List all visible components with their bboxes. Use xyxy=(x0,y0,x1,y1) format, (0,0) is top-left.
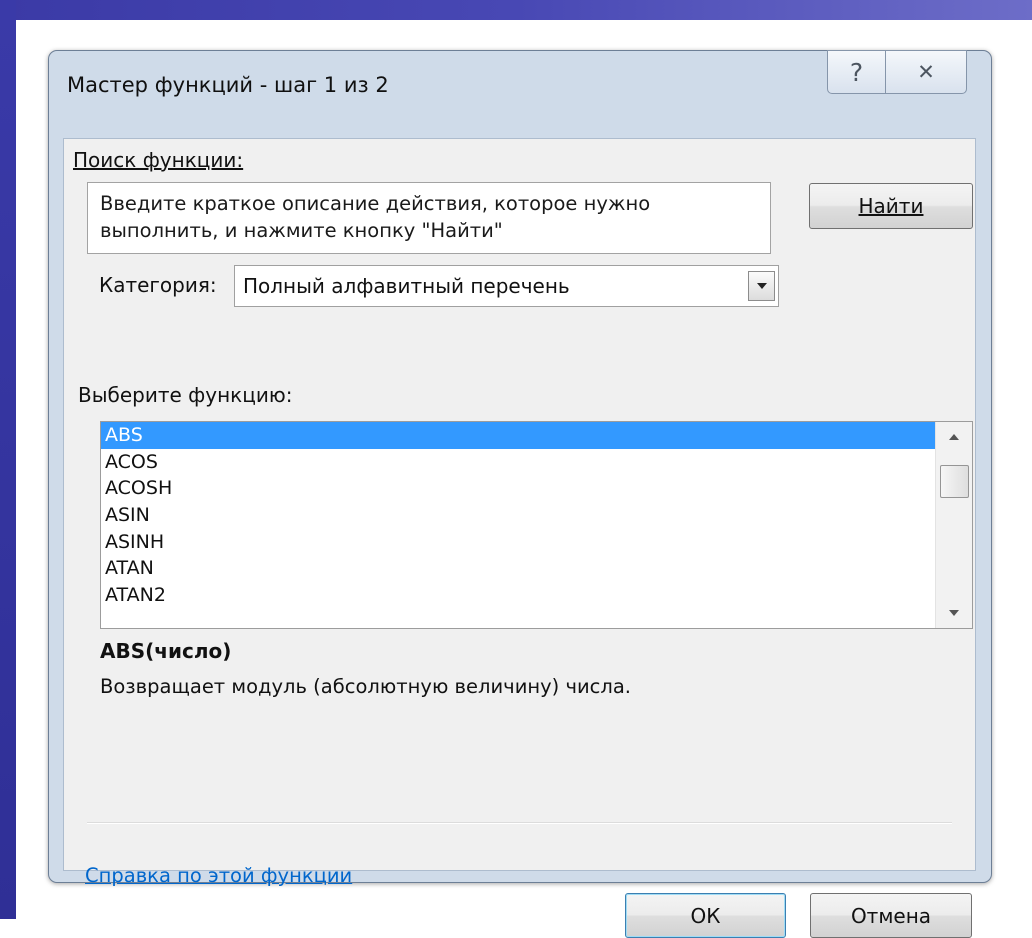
function-list-item[interactable]: ACOSH xyxy=(101,475,935,502)
search-text-line-1: Введите краткое описание действия, котор… xyxy=(100,192,651,215)
function-list-item[interactable]: ABS xyxy=(101,422,935,449)
category-label: Категория: xyxy=(99,273,217,297)
function-listbox[interactable]: ABS ACOS ACOSH ASIN ASINH ATAN ATAN2 xyxy=(100,421,973,629)
category-select[interactable]: Полный алфавитный перечень xyxy=(234,265,779,307)
function-description: Возвращает модуль (абсолютную величину) … xyxy=(100,675,632,698)
function-list-item[interactable]: ACOS xyxy=(101,449,935,476)
find-button[interactable]: Найти xyxy=(809,183,973,229)
background-top-strip xyxy=(0,0,1032,20)
function-list-item[interactable]: ATAN xyxy=(101,555,935,582)
cancel-button-label: Отмена xyxy=(850,903,932,928)
cancel-button[interactable]: Отмена xyxy=(810,893,972,938)
find-button-label: Найти xyxy=(858,194,924,218)
function-wizard-dialog: Мастер функций - шаг 1 из 2 ? ✕ Поиск фу… xyxy=(48,50,992,938)
function-help-link[interactable]: Справка по этой функции xyxy=(85,864,352,887)
ok-button[interactable]: ОК xyxy=(625,893,786,938)
close-icon: ✕ xyxy=(917,60,935,84)
function-list-item[interactable]: ASIN xyxy=(101,502,935,529)
chevron-down-icon xyxy=(756,283,767,289)
help-button[interactable]: ? xyxy=(827,50,886,94)
search-text-line-2: выполнить, и нажмите кнопку "Найти" xyxy=(100,219,503,242)
function-list-item[interactable]: ASINH xyxy=(101,529,935,556)
scroll-down-button[interactable] xyxy=(936,602,972,624)
ok-button-label: ОК xyxy=(690,903,721,928)
title-bar[interactable]: Мастер функций - шаг 1 из 2 ? ✕ xyxy=(49,50,991,137)
scroll-thumb[interactable] xyxy=(940,465,969,498)
function-list-item[interactable]: ATAN2 xyxy=(101,582,935,609)
function-list-items: ABS ACOS ACOSH ASIN ASINH ATAN ATAN2 xyxy=(101,422,935,609)
background-left-strip xyxy=(0,0,16,919)
function-list-scrollbar[interactable] xyxy=(935,422,972,628)
arrow-down-icon xyxy=(949,610,959,616)
close-button[interactable]: ✕ xyxy=(885,50,967,94)
category-dropdown-button[interactable] xyxy=(748,271,775,301)
arrow-up-icon xyxy=(949,434,959,440)
category-selected-value: Полный алфавитный перечень xyxy=(243,274,570,298)
function-list-label: Выберите функцию: xyxy=(78,383,293,407)
function-signature: ABS(число) xyxy=(100,639,232,663)
dialog-client-area: Поиск функции: Введите краткое описание … xyxy=(63,138,976,938)
scroll-up-button[interactable] xyxy=(936,426,972,448)
question-mark-icon: ? xyxy=(849,57,864,87)
dialog-title: Мастер функций - шаг 1 из 2 xyxy=(67,73,389,97)
search-label: Поиск функции: xyxy=(73,148,243,172)
footer-separator xyxy=(87,822,952,824)
search-input[interactable]: Введите краткое описание действия, котор… xyxy=(87,182,771,254)
search-label-text: Поиск функции: xyxy=(73,148,244,172)
